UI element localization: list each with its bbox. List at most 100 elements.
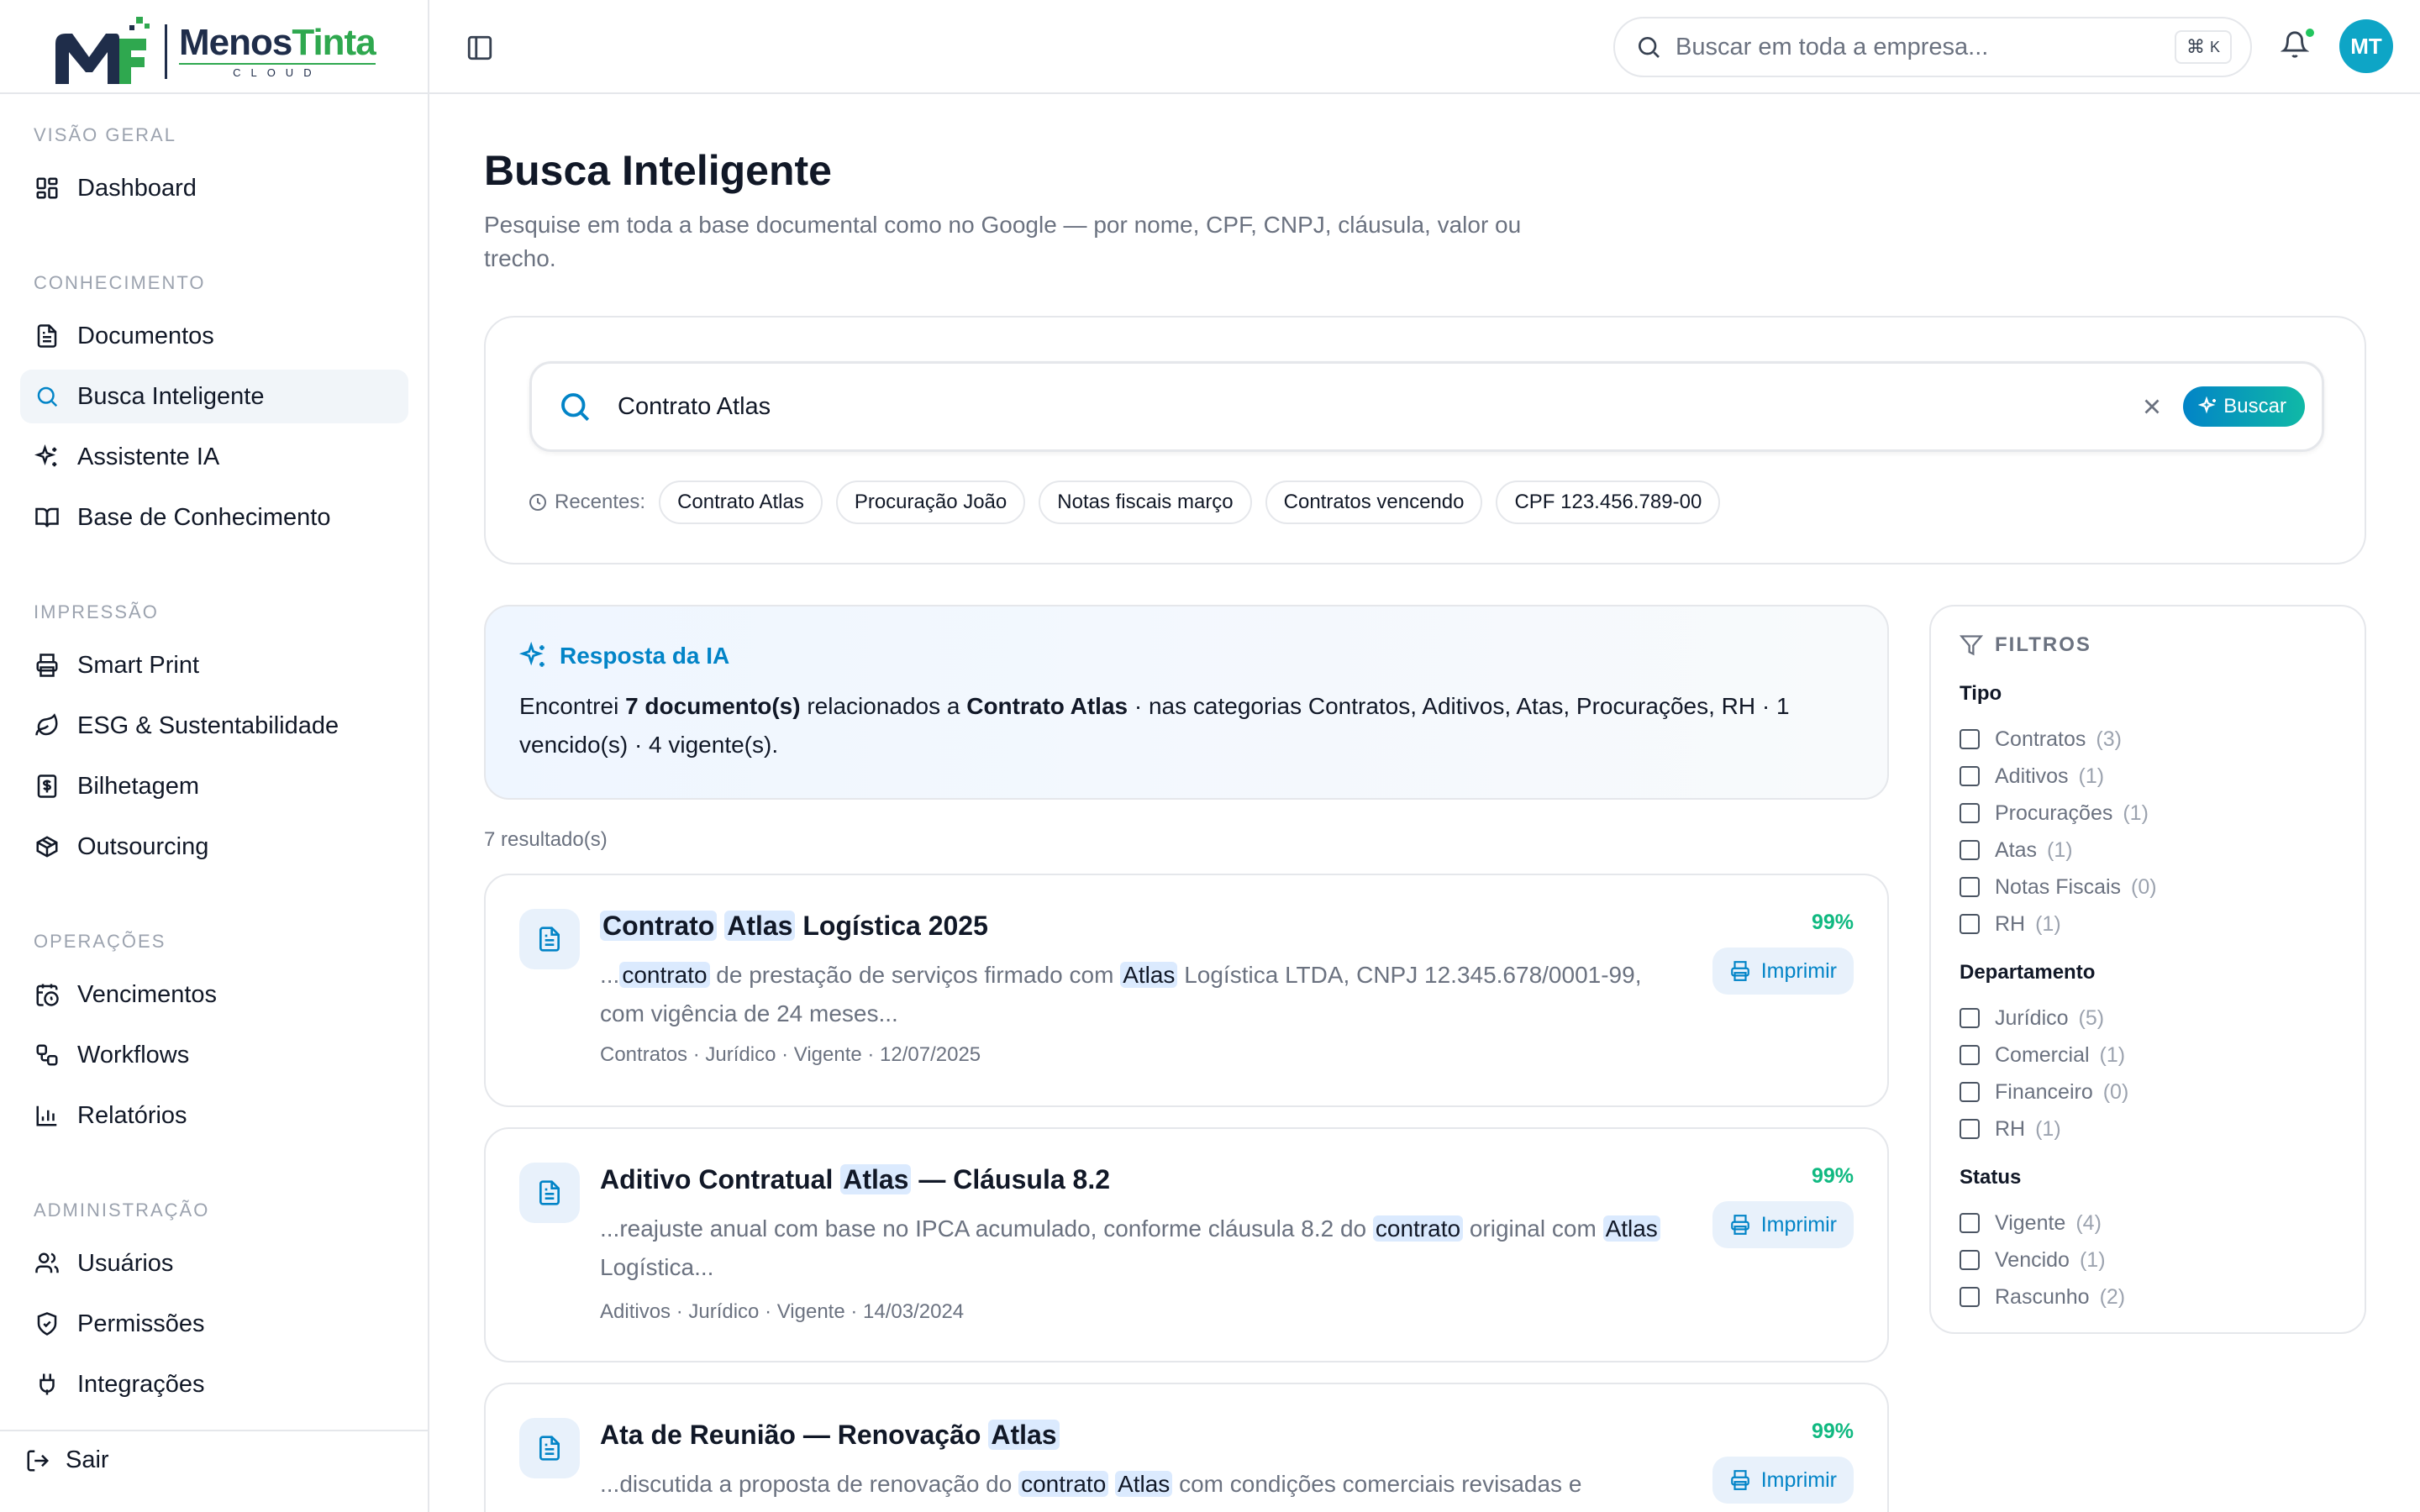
print-button[interactable]: Imprimir bbox=[1712, 948, 1854, 995]
keyword-highlight: Contrato bbox=[600, 911, 718, 941]
filter-option[interactable]: Contratos (3) bbox=[1960, 721, 2157, 758]
result-title[interactable]: Contrato Atlas Logística 2025 bbox=[600, 911, 988, 942]
sidebar-item-vencimentos[interactable]: Vencimentos bbox=[20, 968, 408, 1021]
search-button[interactable]: Buscar bbox=[2183, 386, 2305, 427]
brand-logo[interactable]: MenosTinta CLOUD bbox=[52, 13, 376, 89]
filter-option-label: Rascunho bbox=[1995, 1284, 2090, 1309]
filter-option[interactable]: Vigente (4) bbox=[1960, 1205, 2125, 1242]
logout-button[interactable]: Sair bbox=[25, 1446, 109, 1474]
sidebar-item-dashboard[interactable]: Dashboard bbox=[20, 161, 408, 215]
calendar-clock-icon bbox=[34, 981, 60, 1008]
checkbox[interactable] bbox=[1960, 1008, 1980, 1028]
smart-search-input[interactable]: Contrato Atlas Buscar bbox=[529, 361, 2324, 452]
filter-option-count: (1) bbox=[2099, 1042, 2126, 1067]
checkbox[interactable] bbox=[1960, 1119, 1980, 1139]
checkbox[interactable] bbox=[1960, 803, 1980, 823]
recent-chip[interactable]: Contrato Atlas bbox=[659, 480, 823, 524]
result-card[interactable]: Ata de Reunião — Renovação Atlas ...disc… bbox=[484, 1383, 1889, 1512]
text-segment: de prestação de serviços firmado com bbox=[709, 962, 1121, 988]
recents-label-text: Recentes: bbox=[555, 491, 646, 513]
filter-option[interactable]: RH (1) bbox=[1960, 906, 2157, 942]
book-open-icon bbox=[34, 504, 60, 531]
checkbox[interactable] bbox=[1960, 1287, 1980, 1307]
print-button-label: Imprimir bbox=[1760, 958, 1837, 983]
clear-search-button[interactable] bbox=[2139, 394, 2165, 419]
result-title[interactable]: Ata de Reunião — Renovação Atlas bbox=[600, 1420, 1060, 1451]
result-snippet: ...discutida a proposta de renovação do … bbox=[600, 1465, 1692, 1504]
recents-label: Recentes: bbox=[528, 491, 645, 514]
text-segment: Aditivo Contratual bbox=[600, 1164, 841, 1194]
recent-chip[interactable]: Notas fiscais março bbox=[1039, 480, 1252, 524]
sidebar-item-integracoes[interactable]: Integrações bbox=[20, 1357, 408, 1411]
filter-option-count: (3) bbox=[2096, 727, 2122, 751]
sidebar-item-documentos[interactable]: Documentos bbox=[20, 309, 408, 363]
recent-chip[interactable]: Contratos vencendo bbox=[1265, 480, 1483, 524]
notification-dot bbox=[2304, 27, 2316, 39]
sidebar-toggle-button[interactable] bbox=[466, 34, 494, 62]
filters-header: FILTROS bbox=[1960, 633, 2091, 657]
printer-icon bbox=[1730, 961, 1749, 981]
recent-chip[interactable]: Procuração João bbox=[835, 480, 1026, 524]
checkbox[interactable] bbox=[1960, 1045, 1980, 1065]
sidebar-item-workflows[interactable]: Workflows bbox=[20, 1028, 408, 1082]
shortcut-letter: K bbox=[2209, 38, 2220, 55]
search-icon bbox=[561, 393, 590, 422]
relevance-score: 99% bbox=[1811, 911, 1854, 934]
checkbox[interactable] bbox=[1960, 877, 1980, 897]
sidebar-item-permissoes[interactable]: Permissões bbox=[20, 1297, 408, 1351]
sidebar-item-label: Integrações bbox=[77, 1370, 205, 1398]
search-icon bbox=[34, 383, 60, 410]
filter-option[interactable]: Rascunho (2) bbox=[1960, 1278, 2125, 1315]
sidebar-item-outsourcing[interactable]: Outsourcing bbox=[20, 820, 408, 874]
sidebar-item-usuarios[interactable]: Usuários bbox=[20, 1236, 408, 1290]
result-card[interactable]: Contrato Atlas Logística 2025 ... contrat… bbox=[484, 874, 1889, 1107]
text-segment bbox=[717, 911, 724, 941]
sidebar-item-base-de-conhecimento[interactable]: Base de Conhecimento bbox=[20, 491, 408, 544]
recent-chip[interactable]: CPF 123.456.789-00 bbox=[1496, 480, 1721, 524]
ai-answer-card: Resposta da IA Encontrei 7 documento(s) … bbox=[484, 605, 1889, 800]
filter-option[interactable]: Aditivos (1) bbox=[1960, 758, 2157, 795]
avatar[interactable]: MT bbox=[2339, 19, 2393, 73]
keyword-highlight: contrato bbox=[1018, 1471, 1109, 1497]
filter-option-label: Aditivos bbox=[1995, 764, 2069, 788]
checkbox[interactable] bbox=[1960, 766, 1980, 786]
filter-option[interactable]: Notas Fiscais (0) bbox=[1960, 869, 2157, 906]
checkbox[interactable] bbox=[1960, 1213, 1980, 1233]
filter-option-count: (0) bbox=[2131, 874, 2157, 899]
global-search-input[interactable]: Buscar em toda a empresa... ⌘ K bbox=[1613, 17, 2252, 77]
filter-group-title: Status bbox=[1960, 1166, 2022, 1189]
filter-option[interactable]: RH (1) bbox=[1960, 1110, 2128, 1147]
results-count: 7 resultado(s) bbox=[484, 828, 608, 851]
sidebar-item-bilhetagem[interactable]: Bilhetagem bbox=[20, 759, 408, 813]
sidebar-item-esg[interactable]: ESG & Sustentabilidade bbox=[20, 699, 408, 753]
ai-query: Contrato Atlas bbox=[966, 693, 1128, 719]
filter-option[interactable]: Procurações (1) bbox=[1960, 795, 2157, 832]
checkbox[interactable] bbox=[1960, 729, 1980, 749]
filter-option[interactable]: Vencido (1) bbox=[1960, 1242, 2125, 1278]
result-card[interactable]: Aditivo Contratual Atlas — Cláusula 8.2 … bbox=[484, 1127, 1889, 1362]
checkbox[interactable] bbox=[1960, 1250, 1980, 1270]
checkbox[interactable] bbox=[1960, 840, 1980, 860]
page-title: Busca Inteligente bbox=[484, 147, 832, 194]
section-title-operacoes: OPERAÇÕES bbox=[34, 931, 166, 952]
print-button[interactable]: Imprimir bbox=[1712, 1457, 1854, 1504]
keyword-highlight: Atlas bbox=[1115, 1471, 1173, 1497]
result-title[interactable]: Aditivo Contratual Atlas — Cláusula 8.2 bbox=[600, 1164, 1110, 1195]
keyword-highlight: Atlas bbox=[724, 911, 796, 941]
filter-option[interactable]: Jurídico (5) bbox=[1960, 1000, 2128, 1037]
filter-option[interactable]: Atas (1) bbox=[1960, 832, 2157, 869]
sidebar-item-assistente-ia[interactable]: Assistente IA bbox=[20, 430, 408, 484]
sidebar-item-busca-inteligente[interactable]: Busca Inteligente bbox=[20, 370, 408, 423]
search-card: Contrato Atlas Buscar Recentes: Contrato… bbox=[484, 316, 2366, 564]
filter-option[interactable]: Financeiro (0) bbox=[1960, 1074, 2128, 1110]
sidebar-item-label: Outsourcing bbox=[77, 832, 209, 860]
sidebar-item-label: ESG & Sustentabilidade bbox=[77, 711, 339, 739]
sidebar-item-smart-print[interactable]: Smart Print bbox=[20, 638, 408, 692]
filter-option-count: (1) bbox=[2035, 911, 2061, 936]
checkbox[interactable] bbox=[1960, 1082, 1980, 1102]
sidebar-item-relatorios[interactable]: Relatórios bbox=[20, 1089, 408, 1142]
filter-option[interactable]: Comercial (1) bbox=[1960, 1037, 2128, 1074]
checkbox[interactable] bbox=[1960, 914, 1980, 934]
sidebar-item-label: Smart Print bbox=[77, 651, 200, 679]
print-button[interactable]: Imprimir bbox=[1712, 1201, 1854, 1248]
